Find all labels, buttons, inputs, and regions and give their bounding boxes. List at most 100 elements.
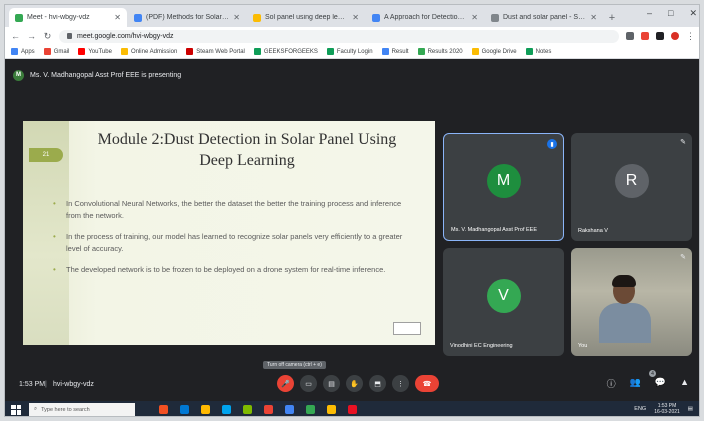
close-tab-icon[interactable]: ✕ [590,13,597,22]
raise-hand-button[interactable]: ✋ [346,375,363,392]
meeting-details-button[interactable]: ⓘ [607,377,616,390]
bookmark-icon [525,48,533,55]
language-indicator[interactable]: ENG [634,406,646,412]
presenting-banner: M Ms. V. Madhangopal Asst Prof EEE is pr… [13,68,181,82]
bookmark-item[interactable]: Apps [11,48,35,55]
tab-favicon-icon [253,13,261,22]
participant-tile-presenter[interactable]: M ▮ Ms. V. Madhangopal Asst Prof EEE [443,133,564,241]
activities-button[interactable]: ▲ [680,377,689,390]
bookmark-item[interactable]: Result [381,48,409,55]
meet-stage: M Ms. V. Madhangopal Asst Prof EEE is pr… [5,60,699,398]
url-text: meet.google.com/hvi-wbgy-vdz [77,32,174,40]
close-window-button[interactable]: ✕ [689,8,697,19]
mic-off-icon: ✎ [680,254,686,261]
close-tab-icon[interactable]: ✕ [471,13,478,22]
shared-slide: 21 Module 2:Dust Detection in Solar Pane… [23,121,435,345]
start-button[interactable] [11,404,21,415]
maximize-button[interactable]: □ [668,8,673,19]
extension-icon[interactable] [656,32,664,40]
bookmark-item[interactable]: Steam Web Portal [186,48,245,55]
taskbar-app-icon[interactable] [348,405,357,414]
bookmark-item[interactable]: Faculty Login [326,48,373,55]
slide-bullet: • The developed network is to be frozen t… [53,265,386,274]
close-tab-icon[interactable]: ✕ [352,13,359,22]
tray-clock[interactable]: 1:53 PM 16-03-2021 [654,403,680,415]
close-tab-icon[interactable]: ✕ [114,13,121,22]
presenting-text: Ms. V. Madhangopal Asst Prof EEE is pres… [30,71,182,79]
microphone-button[interactable]: 🎤 [277,375,294,392]
participant-avatar: M [486,163,521,198]
browser-tab[interactable]: A Approach for Detection of... ✕ [366,8,484,27]
browser-tab[interactable]: (PDF) Methods for Solar panel d... ✕ [128,8,246,27]
bookmark-icon [253,48,261,55]
taskbar-search-input[interactable]: ⌕ Type here to search [29,403,135,416]
bookmark-item[interactable]: Gmail [43,48,69,55]
bookmark-icon [417,48,425,55]
call-controls: 🎤 ▭ ▤ ✋ ⬒ ⋮ ☎ [277,375,439,392]
window-controls: – □ ✕ [647,8,697,19]
taskbar-app-icon[interactable] [327,405,336,414]
taskbar-app-icon[interactable] [243,405,252,414]
tab-favicon-icon [491,13,499,22]
participant-name: Ms. V. Madhangopal Asst Prof EEE [451,227,538,233]
forward-icon[interactable]: → [27,31,36,41]
bookmark-item[interactable]: Google Drive [471,48,517,55]
browser-tab[interactable]: Meet - hvi-wbgy-vdz ✕ [9,8,127,27]
reload-icon[interactable]: ↻ [43,31,52,42]
address-bar: ← → ↻ meet.google.com/hvi-wbgy-vdz ⋮ [5,27,699,45]
bookmark-icon [381,48,389,55]
chat-button[interactable]: 💬 [655,377,666,390]
taskbar-app-icon[interactable] [285,405,294,414]
slide-bullet: • In Convolutional Neural Networks, the b… [53,199,402,220]
browser-tab[interactable]: Dust and solar panel - Scih... ✕ [485,8,603,27]
bookmark-item[interactable]: Notes [525,48,551,55]
participant-name: You [578,343,588,349]
captions-button[interactable]: ▤ [323,375,340,392]
browser-tab[interactable]: Sol panel using deep learning ✕ [247,8,365,27]
bookmark-item[interactable]: Results 2020 [417,48,463,55]
close-tab-icon[interactable]: ✕ [233,13,240,22]
notification-icon[interactable]: ▤ [688,406,693,412]
bookmarks-bar: Apps Gmail YouTube Online Admission Steam We… [5,45,699,59]
participant-tile-rakshana[interactable]: R ✎ Rakshana V [571,133,692,241]
taskbar-app-icon[interactable] [159,405,168,414]
new-tab-button[interactable]: + [604,8,620,27]
browser-tab-strip: Meet - hvi-wbgy-vdz ✕ (PDF) Methods for So… [5,5,699,27]
taskbar-app-icon[interactable] [306,405,315,414]
bookmark-item[interactable]: GEEKSFORGEEKS [253,48,318,55]
extension-icon[interactable] [626,32,634,40]
taskbar-app-icon[interactable] [222,405,231,414]
bookmark-item[interactable]: YouTube [78,48,112,55]
minimize-button[interactable]: – [647,8,652,19]
extension-icon[interactable] [641,32,649,40]
participant-name: Rakshana V [578,228,608,234]
participant-tile-vinodhini[interactable]: V Vinodhini EC Engineering [443,248,564,356]
meet-bottom-bar: 1:53 PM | hvi-wbgy-vdz Turn off camera (… [5,361,699,398]
slide-number-badge: 21 [29,148,63,162]
tab-list: Meet - hvi-wbgy-vdz ✕ (PDF) Methods for So… [9,8,604,27]
taskbar-apps [159,405,357,414]
participant-tile-self[interactable]: ✎ You [571,248,692,356]
taskbar-app-icon[interactable] [264,405,273,414]
profile-avatar[interactable] [671,32,679,40]
leave-call-button[interactable]: ☎ [415,375,439,392]
participant-avatar: R [614,163,649,198]
taskbar-app-icon[interactable] [180,405,189,414]
slide-title: Module 2:Dust Detection in Solar Panel U… [97,131,397,169]
url-input[interactable]: meet.google.com/hvi-wbgy-vdz [59,29,619,43]
back-icon[interactable]: ← [11,31,20,41]
participant-name: Vinodhini EC Engineering [450,343,513,349]
speaking-indicator-icon: ▮ [547,139,557,149]
separator: | [45,380,47,388]
screen: Meet - hvi-wbgy-vdz ✕ (PDF) Methods for So… [4,4,700,417]
tab-title: (PDF) Methods for Solar panel d... [146,14,229,21]
present-button[interactable]: ⬒ [369,375,386,392]
people-button[interactable]: 👥 [630,377,641,390]
taskbar-app-icon[interactable] [201,405,210,414]
bookmark-item[interactable]: Online Admission [120,48,177,55]
browser-menu-icon[interactable]: ⋮ [686,31,695,42]
more-options-button[interactable]: ⋮ [392,375,409,392]
meeting-code: hvi-wbgy-vdz [53,380,94,388]
camera-button[interactable]: ▭ [300,375,317,392]
tab-favicon-icon [15,13,23,22]
